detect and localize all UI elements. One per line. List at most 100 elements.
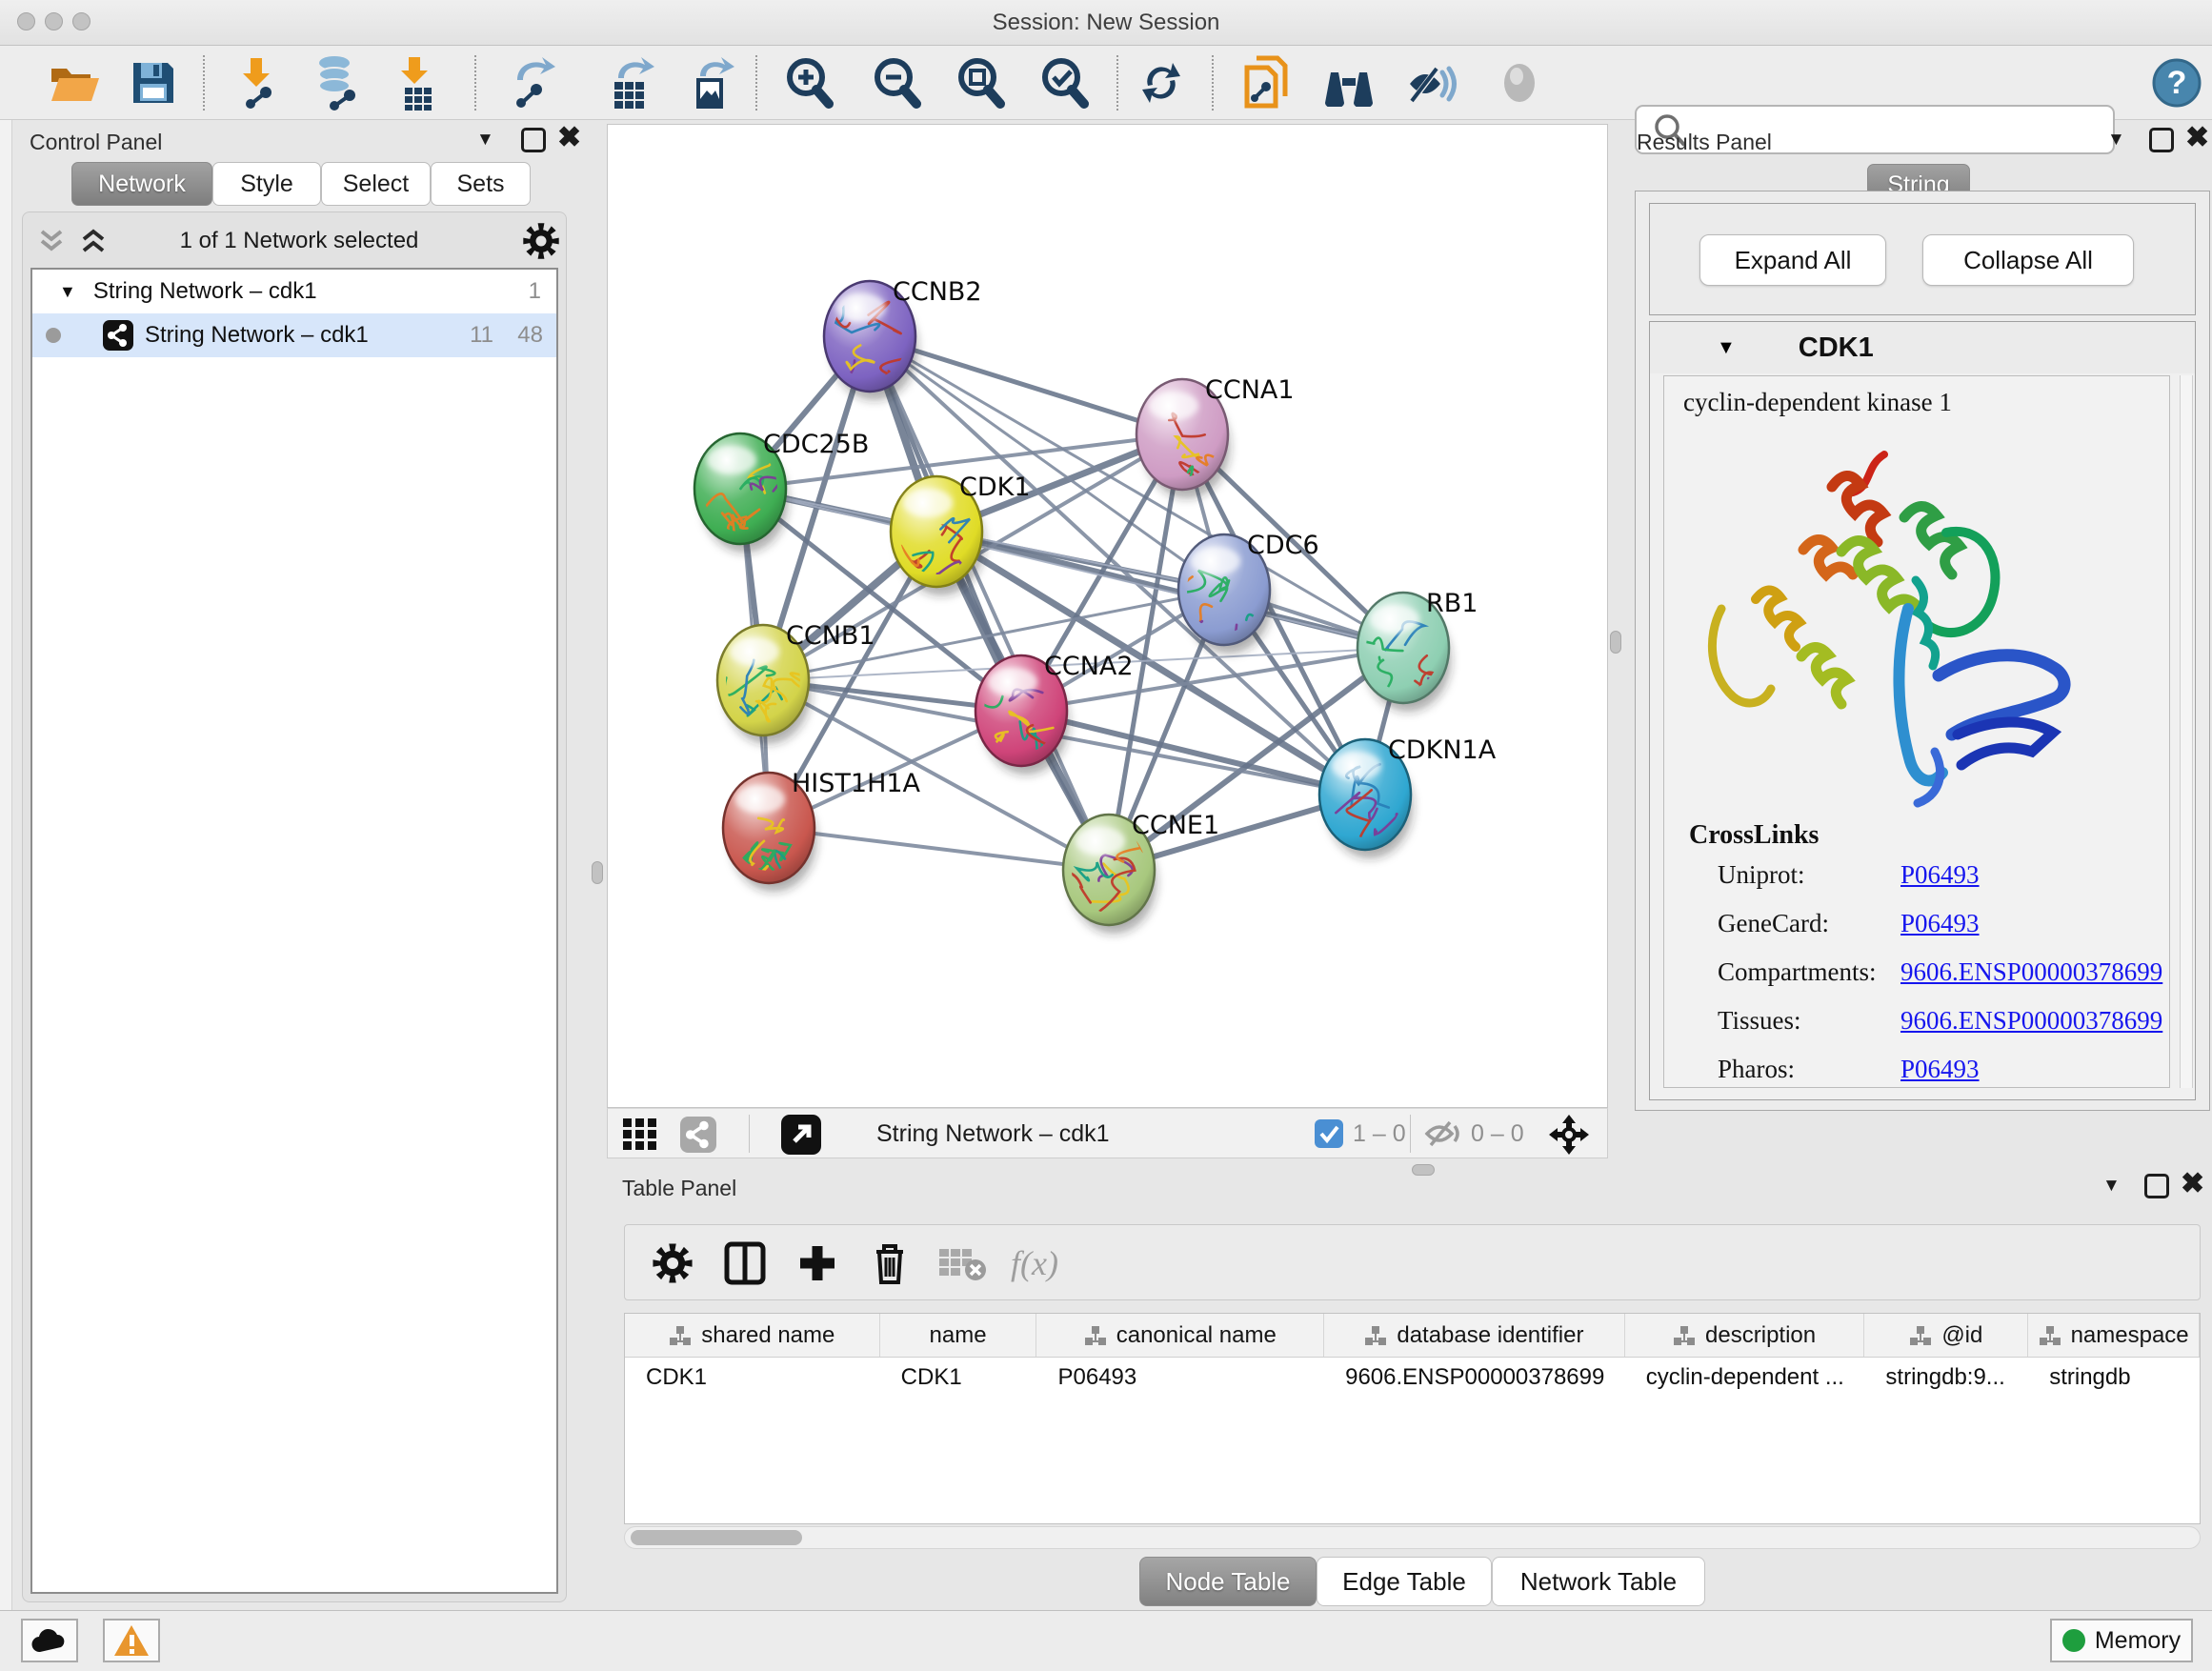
cloud-status-button[interactable] xyxy=(21,1619,78,1662)
table-panel-close-icon[interactable]: ✖ xyxy=(2181,1172,2204,1197)
crosslink-link[interactable]: P06493 xyxy=(1900,860,1980,890)
pan-mode-icon[interactable] xyxy=(1547,1113,1591,1157)
expand-all-icon[interactable] xyxy=(78,228,116,256)
toolbar-separator xyxy=(755,55,757,111)
zoom-fit-content-button[interactable] xyxy=(949,52,1012,113)
new-network-from-selection-button[interactable] xyxy=(1235,52,1297,113)
table-cell[interactable]: 9606.ENSP00000378699 xyxy=(1324,1358,1625,1398)
table-hscrollbar-thumb[interactable] xyxy=(631,1530,802,1545)
node-label-CCNA1: CCNA1 xyxy=(1205,375,1295,405)
results-panel-menu-icon[interactable]: ▼ xyxy=(2107,130,2125,151)
zoom-out-button[interactable] xyxy=(865,52,928,113)
zoom-in-icon xyxy=(783,56,835,110)
tab-network[interactable]: Network xyxy=(71,162,212,206)
table-row[interactable]: CDK1CDK1P064939606.ENSP00000378699cyclin… xyxy=(625,1358,2200,1398)
table-cell[interactable]: stringdb xyxy=(2028,1358,2200,1398)
tab-network-table[interactable]: Network Table xyxy=(1492,1557,1705,1606)
results-panel-float-icon[interactable] xyxy=(2149,128,2174,152)
collection-expander-icon[interactable]: ▼ xyxy=(59,282,76,302)
warning-icon xyxy=(112,1623,151,1658)
column-header-canonical-name[interactable]: canonical name xyxy=(1036,1314,1324,1357)
annotation-mode-icon[interactable] xyxy=(781,1115,821,1155)
cdk1-card-header[interactable]: ▼ CDK1 xyxy=(1650,322,2195,373)
tab-node-table[interactable]: Node Table xyxy=(1139,1557,1317,1606)
save-session-button[interactable] xyxy=(122,52,185,113)
export-image-button[interactable] xyxy=(680,52,743,113)
toolbar-separator xyxy=(203,55,205,111)
table-cell[interactable]: stringdb:9... xyxy=(1864,1358,2028,1398)
crosslink-link[interactable]: 9606.ENSP00000378699 xyxy=(1900,1006,2162,1036)
network-collection-row[interactable]: ▼ String Network – cdk1 1 xyxy=(32,270,556,313)
apply-preferred-layout-button[interactable] xyxy=(1130,52,1193,113)
node-label-CCNB1: CCNB1 xyxy=(786,621,875,651)
column-header--id[interactable]: @id xyxy=(1864,1314,2028,1357)
network-canvas[interactable]: CCNB2CCNA1CDC25BCDK1CDC6RB1CCNB1CCNA2CDK… xyxy=(607,124,1608,1108)
crosslink-link[interactable]: P06493 xyxy=(1900,1055,1980,1084)
control-panel-menu-icon[interactable]: ▼ xyxy=(476,130,494,151)
function-builder-button[interactable]: f(x) xyxy=(1004,1233,1065,1294)
control-panel-close-icon[interactable]: ✖ xyxy=(557,126,581,151)
delete-column-button[interactable] xyxy=(859,1233,920,1294)
memory-button[interactable]: Memory xyxy=(2050,1619,2193,1662)
column-header-description[interactable]: description xyxy=(1625,1314,1865,1357)
export-network-button[interactable] xyxy=(503,52,566,113)
export-table-icon xyxy=(605,55,658,111)
zoom-selected-button[interactable] xyxy=(1033,52,1096,113)
collapse-all-button[interactable]: Collapse All xyxy=(1922,234,2134,286)
table-cell[interactable]: CDK1 xyxy=(880,1358,1037,1398)
column-header-shared-name[interactable]: shared name xyxy=(625,1314,880,1357)
hide-selection-button[interactable] xyxy=(1400,52,1463,113)
birdseye-toggle-icon[interactable] xyxy=(680,1117,716,1153)
table-cell[interactable]: CDK1 xyxy=(625,1358,880,1398)
node-table: shared namenamecanonical namedatabase id… xyxy=(624,1313,2201,1524)
crosslink-label: Tissues: xyxy=(1718,1006,1801,1036)
show-all-button[interactable] xyxy=(1488,52,1551,113)
control-panel-float-icon[interactable] xyxy=(521,128,546,152)
crosslink-link[interactable]: P06493 xyxy=(1900,909,1980,938)
network-graph[interactable]: CCNB2CCNA1CDC25BCDK1CDC6RB1CCNB1CCNA2CDK… xyxy=(608,125,1607,1107)
selected-checkbox-icon[interactable] xyxy=(1315,1119,1343,1148)
show-column-panel-button[interactable] xyxy=(714,1233,775,1294)
vertical-splitter-grip[interactable] xyxy=(592,861,603,884)
collapse-all-icon[interactable] xyxy=(36,228,74,256)
network-row[interactable]: String Network – cdk1 11 48 xyxy=(32,313,556,357)
results-panel-close-icon[interactable]: ✖ xyxy=(2185,126,2209,151)
delete-table-button[interactable] xyxy=(932,1233,993,1294)
export-table-button[interactable] xyxy=(600,52,663,113)
table-cell[interactable]: P06493 xyxy=(1036,1358,1324,1398)
table-hscrollbar[interactable] xyxy=(624,1526,2201,1549)
import-table-from-file-button[interactable] xyxy=(385,52,448,113)
tab-sets[interactable]: Sets xyxy=(431,162,531,206)
network-list: ▼ String Network – cdk1 1 String Network… xyxy=(30,268,558,1594)
table-options-button[interactable] xyxy=(642,1233,703,1294)
open-session-button[interactable] xyxy=(43,52,106,113)
tab-edge-table[interactable]: Edge Table xyxy=(1317,1557,1492,1606)
first-neighbors-button[interactable] xyxy=(1317,52,1380,113)
table-cell[interactable]: cyclin-dependent ... xyxy=(1625,1358,1865,1398)
expand-all-button[interactable]: Expand All xyxy=(1699,234,1886,286)
tab-select[interactable]: Select xyxy=(321,162,431,206)
create-column-button[interactable] xyxy=(787,1233,848,1294)
table-panel-menu-icon[interactable]: ▼ xyxy=(2102,1176,2121,1197)
crosslink-link[interactable]: 9606.ENSP00000378699 xyxy=(1900,957,2162,987)
column-header-name[interactable]: name xyxy=(880,1314,1037,1357)
results-scrollbar[interactable] xyxy=(2180,375,2193,1088)
cdk1-expander-icon[interactable]: ▼ xyxy=(1717,337,1736,359)
column-header-label: @id xyxy=(1941,1322,1982,1349)
help-button[interactable]: ? xyxy=(2145,52,2208,113)
network-manager: 1 of 1 Network selected ▼ String Network… xyxy=(22,211,567,1602)
import-network-from-database-button[interactable] xyxy=(305,52,368,113)
network-options-gear-icon[interactable] xyxy=(522,222,560,260)
zoom-in-button[interactable] xyxy=(777,52,840,113)
column-header-namespace[interactable]: namespace xyxy=(2028,1314,2200,1357)
edge-HIST1H1A-CCNE1[interactable] xyxy=(769,828,1109,870)
graphics-details-icon[interactable] xyxy=(623,1118,657,1151)
results-panel-title: Results Panel xyxy=(1637,130,1772,155)
import-network-from-file-button[interactable] xyxy=(225,52,288,113)
import-network-icon xyxy=(230,56,283,110)
warnings-button[interactable] xyxy=(103,1619,160,1662)
table-toolbar: f(x) xyxy=(624,1224,2201,1300)
tab-style[interactable]: Style xyxy=(212,162,321,206)
column-header-database-identifier[interactable]: database identifier xyxy=(1324,1314,1625,1357)
table-panel-float-icon[interactable] xyxy=(2144,1174,2169,1198)
